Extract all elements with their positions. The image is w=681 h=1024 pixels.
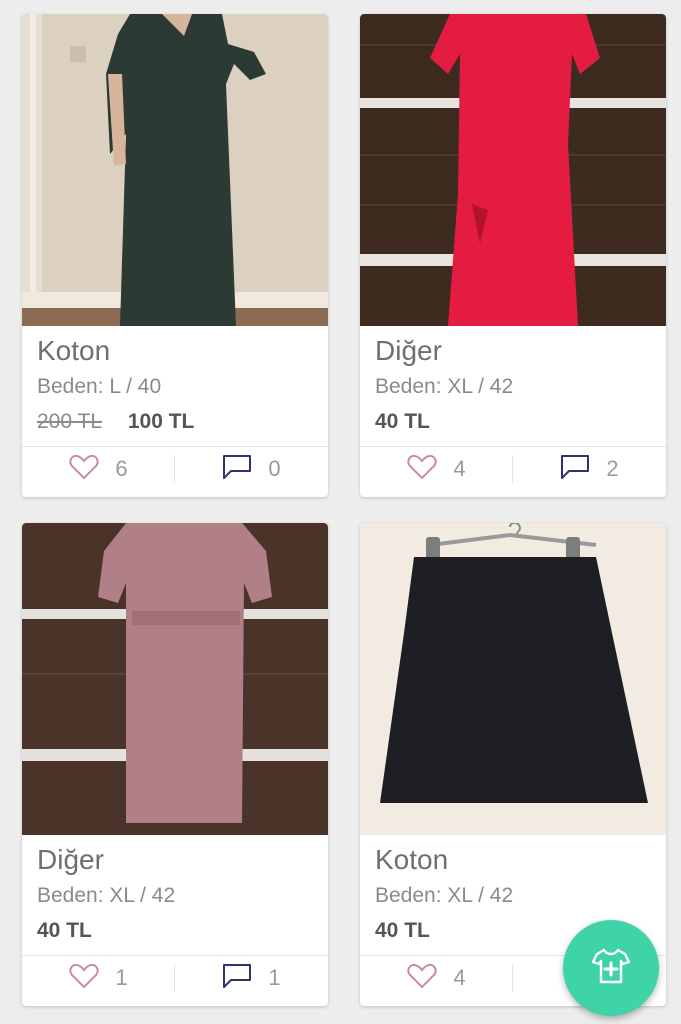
comment-button[interactable]: 0 — [175, 447, 328, 491]
listing-card[interactable]: Koton Beden: L / 40 200 TL 100 TL 6 0 — [22, 14, 328, 497]
like-button[interactable]: 1 — [22, 956, 175, 1000]
listing-photo[interactable] — [22, 14, 328, 326]
card-actions: 4 2 — [360, 446, 666, 491]
card-actions: 6 0 — [22, 446, 328, 491]
comment-icon — [222, 453, 252, 486]
listing-photo[interactable] — [360, 14, 666, 326]
size-label: Beden: XL / 42 — [37, 884, 176, 907]
tshirt-plus-icon — [591, 947, 631, 990]
heart-icon — [69, 963, 99, 994]
like-button[interactable]: 6 — [22, 447, 175, 491]
listing-photo[interactable] — [360, 523, 666, 835]
brand-name: Diğer — [375, 335, 442, 366]
brand-name: Diğer — [37, 844, 104, 875]
comment-icon — [222, 962, 252, 995]
listing-grid: Koton Beden: L / 40 200 TL 100 TL 6 0 Di… — [22, 14, 666, 1006]
add-listing-button[interactable] — [563, 920, 659, 1016]
brand-name: Koton — [37, 335, 111, 366]
like-count: 4 — [453, 456, 466, 481]
brand-name: Koton — [375, 844, 449, 875]
comment-count: 2 — [606, 456, 619, 481]
like-count: 6 — [115, 456, 128, 481]
card-actions: 1 1 — [22, 955, 328, 1000]
old-price: 200 TL — [37, 410, 102, 433]
comment-button[interactable]: 2 — [513, 447, 666, 491]
heart-icon — [407, 454, 437, 485]
listing-photo[interactable] — [22, 523, 328, 835]
size-label: Beden: L / 40 — [37, 375, 162, 398]
like-button[interactable]: 4 — [360, 447, 513, 491]
price: 40 TL — [375, 410, 430, 433]
like-button[interactable]: 4 — [360, 956, 513, 1000]
comment-button[interactable]: 1 — [175, 956, 328, 1000]
size-label: Beden: XL / 42 — [375, 884, 514, 907]
heart-icon — [69, 454, 99, 485]
comment-count: 1 — [268, 965, 281, 990]
listing-card[interactable]: Diğer Beden: XL / 42 40 TL 4 2 — [360, 14, 666, 497]
comment-count: 0 — [268, 456, 281, 481]
like-count: 1 — [115, 965, 128, 990]
price: 100 TL — [127, 410, 195, 433]
price: 40 TL — [37, 919, 92, 942]
heart-icon — [407, 963, 437, 994]
size-label: Beden: XL / 42 — [375, 375, 514, 398]
listing-card[interactable]: Diğer Beden: XL / 42 40 TL 1 1 — [22, 523, 328, 1006]
price: 40 TL — [375, 919, 430, 942]
like-count: 4 — [453, 965, 466, 990]
comment-icon — [560, 453, 590, 486]
